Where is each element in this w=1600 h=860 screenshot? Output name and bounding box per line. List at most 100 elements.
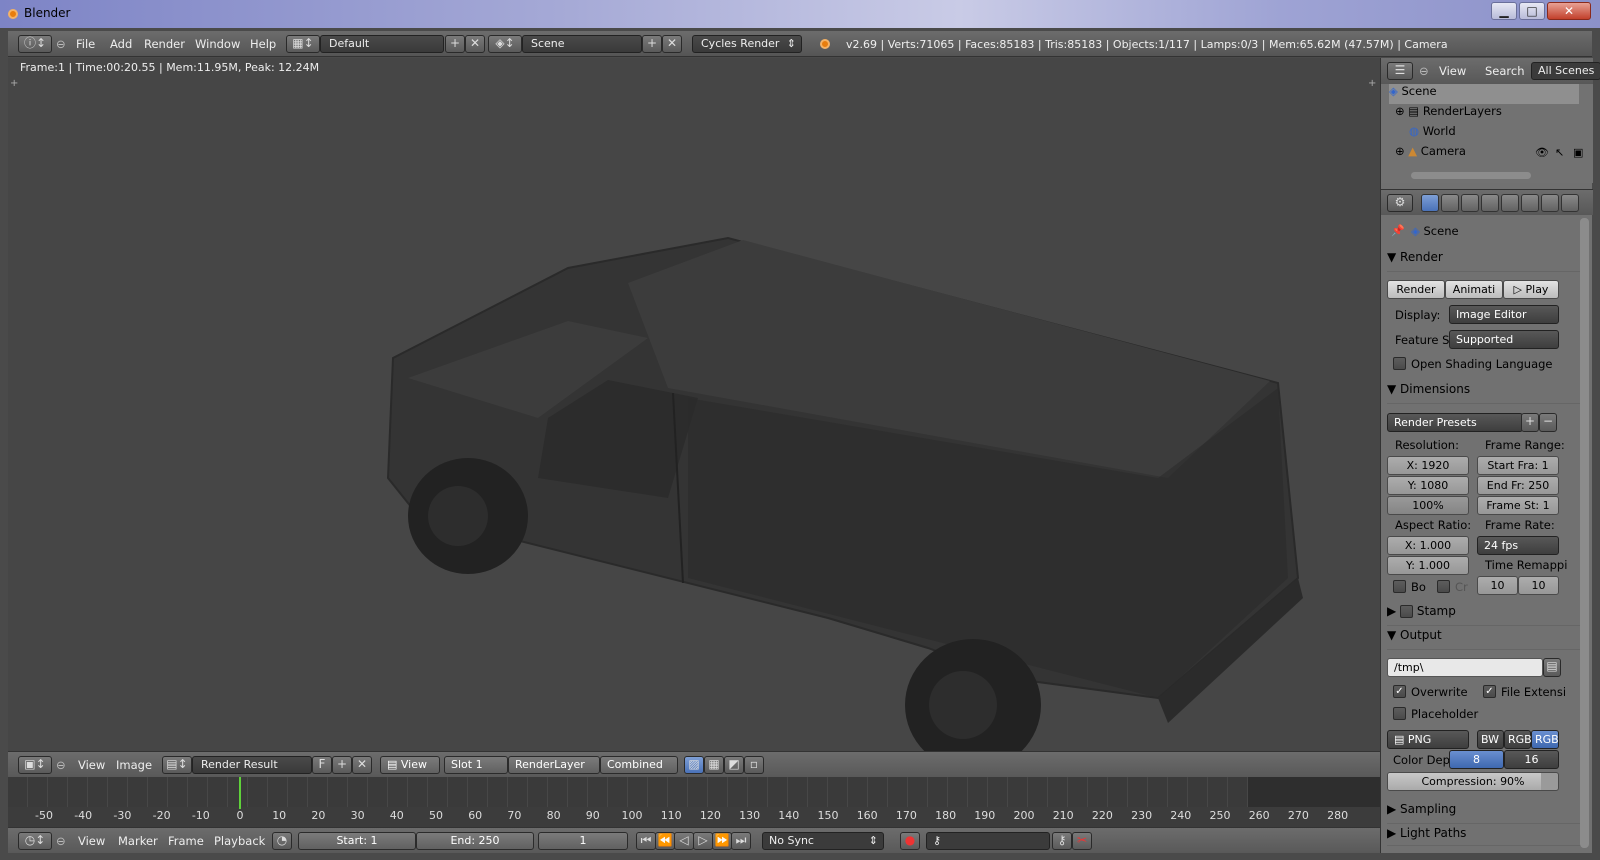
- placeholder-checkbox[interactable]: [1393, 707, 1406, 720]
- outliner-item-scene[interactable]: ◈ Scene: [1389, 84, 1579, 104]
- cursor-icon[interactable]: ↖: [1555, 146, 1564, 159]
- render-panel-header[interactable]: ▼ Render: [1387, 250, 1581, 272]
- menu-search[interactable]: Search: [1485, 64, 1525, 78]
- render-engine-dropdown[interactable]: Cycles Render ⇕: [692, 35, 802, 53]
- resolution-y-field[interactable]: Y: 1080: [1387, 476, 1469, 495]
- view-mode-dropdown[interactable]: ▤ View: [380, 756, 440, 774]
- minimize-button[interactable]: ▁: [1491, 2, 1517, 20]
- z-buffer-icon[interactable]: ◩: [724, 756, 744, 774]
- properties-scrollbar[interactable]: [1580, 218, 1589, 848]
- editor-type-properties-icon[interactable]: ⚙: [1387, 194, 1413, 212]
- menu-window[interactable]: Window: [195, 37, 240, 51]
- collapse-menu-icon[interactable]: ⊖: [56, 758, 66, 772]
- resolution-percent-field[interactable]: 100%: [1387, 496, 1469, 515]
- stamp-panel-header[interactable]: ▶ Stamp: [1387, 604, 1581, 626]
- new-image-button[interactable]: +: [332, 756, 352, 774]
- resolution-x-field[interactable]: X: 1920: [1387, 456, 1469, 475]
- scene-tab-icon[interactable]: [1461, 194, 1479, 212]
- timeline-area[interactable]: -50 -40 -30 -20 -10 0 10 20 30 40 50 60 70 80 90 100 110…: [8, 777, 1380, 827]
- screen-layout-icon[interactable]: ▦↕: [286, 35, 320, 53]
- menu-view[interactable]: View: [78, 758, 105, 772]
- insert-keyframe-icon[interactable]: ⚷: [1052, 832, 1072, 850]
- osl-checkbox[interactable]: [1393, 357, 1406, 370]
- color-rgb-button[interactable]: RGB: [1504, 730, 1532, 749]
- render-animation-button[interactable]: Animati: [1445, 280, 1503, 299]
- maximize-button[interactable]: □: [1519, 2, 1545, 20]
- record-icon[interactable]: ●: [900, 832, 920, 850]
- image-browse-icon[interactable]: ▤↕: [162, 756, 192, 774]
- start-frame-field[interactable]: Start Fra: 1: [1477, 456, 1559, 475]
- end-frame-field[interactable]: End Fr: 250: [1477, 476, 1559, 495]
- output-panel-header[interactable]: ▼ Output: [1387, 628, 1581, 650]
- outliner-display-dropdown[interactable]: All Scenes: [1531, 62, 1600, 80]
- render-button[interactable]: Render: [1387, 280, 1445, 299]
- editor-type-info-icon[interactable]: ⓘ↕: [18, 35, 52, 53]
- remove-layout-button[interactable]: ✕: [465, 35, 485, 53]
- scene-field[interactable]: Scene: [522, 35, 642, 53]
- unlink-image-button[interactable]: ✕: [352, 756, 372, 774]
- outliner-scrollbar[interactable]: [1411, 172, 1531, 179]
- alpha-checker-icon[interactable]: ▦: [704, 756, 724, 774]
- menu-help[interactable]: Help: [250, 37, 276, 51]
- add-preset-button[interactable]: +: [1521, 413, 1539, 432]
- menu-marker[interactable]: Marker: [118, 834, 158, 848]
- keying-set-field[interactable]: ⚷: [926, 832, 1050, 850]
- menu-render[interactable]: Render: [144, 37, 185, 51]
- play-icon[interactable]: ▷: [693, 832, 713, 850]
- collapse-menu-icon[interactable]: ⊖: [56, 834, 66, 848]
- color-alpha-icon[interactable]: ▨: [684, 756, 704, 774]
- play-reverse-icon[interactable]: ◁: [674, 832, 694, 850]
- compression-slider[interactable]: Compression: 90%: [1387, 772, 1559, 791]
- area-corner-icon[interactable]: +: [1368, 78, 1376, 89]
- jump-keyframe-back-icon[interactable]: ⏪: [655, 832, 675, 850]
- menu-add[interactable]: Add: [110, 37, 132, 51]
- start-frame-field[interactable]: Start: 1: [298, 832, 416, 850]
- render-presets-dropdown[interactable]: Render Presets: [1387, 413, 1523, 432]
- world-tab-icon[interactable]: [1481, 194, 1499, 212]
- image-name-field[interactable]: Render Result: [192, 756, 312, 774]
- menu-frame[interactable]: Frame: [168, 834, 204, 848]
- add-layout-button[interactable]: +: [445, 35, 465, 53]
- output-path-field[interactable]: /tmp\: [1387, 658, 1543, 677]
- scene-icon[interactable]: ◈↕: [488, 35, 522, 53]
- aspect-x-field[interactable]: X: 1.000: [1387, 536, 1469, 555]
- menu-playback[interactable]: Playback: [214, 834, 265, 848]
- current-frame-field[interactable]: 1: [538, 832, 628, 850]
- feature-set-dropdown[interactable]: Supported: [1449, 330, 1559, 349]
- image-editor-view[interactable]: Frame:1 | Time:00:20.55 | Mem:11.95M, Pe…: [8, 58, 1380, 751]
- menu-view[interactable]: View: [78, 834, 105, 848]
- slot-dropdown[interactable]: Slot 1: [444, 756, 508, 774]
- dimensions-panel-header[interactable]: ▼ Dimensions: [1387, 382, 1581, 404]
- remove-scene-button[interactable]: ✕: [662, 35, 682, 53]
- end-frame-field[interactable]: End: 250: [416, 832, 534, 850]
- stamp-checkbox[interactable]: [1400, 605, 1414, 618]
- outliner-item-renderlayers[interactable]: ⊕ ▤ RenderLayers: [1395, 104, 1585, 124]
- color-depth-16-button[interactable]: 16: [1504, 750, 1559, 769]
- render-layer-dropdown[interactable]: RenderLayer: [508, 756, 600, 774]
- renderlayers-tab-icon[interactable]: [1441, 194, 1459, 212]
- area-corner-icon[interactable]: +: [10, 78, 18, 89]
- color-bw-button[interactable]: BW: [1477, 730, 1504, 749]
- overwrite-checkbox[interactable]: ✓: [1393, 685, 1406, 698]
- remove-preset-button[interactable]: −: [1539, 413, 1557, 432]
- editor-type-timeline-icon[interactable]: ◷↕: [18, 832, 52, 850]
- render-pass-dropdown[interactable]: Combined: [600, 756, 678, 774]
- frame-rate-dropdown[interactable]: 24 fps: [1477, 536, 1559, 555]
- preview-range-icon[interactable]: ◔: [272, 832, 292, 850]
- jump-start-icon[interactable]: ⏮: [636, 832, 656, 850]
- frame-step-field[interactable]: Frame St: 1: [1477, 496, 1559, 515]
- collapse-menu-icon[interactable]: ⊖: [1419, 64, 1429, 78]
- border-checkbox[interactable]: [1393, 580, 1406, 593]
- object-tab-icon[interactable]: [1501, 194, 1519, 212]
- render-tab-icon[interactable]: [1421, 194, 1439, 212]
- pin-image-icon[interactable]: ▫: [744, 756, 764, 774]
- add-scene-button[interactable]: +: [642, 35, 662, 53]
- texture-tab-icon[interactable]: [1561, 194, 1579, 212]
- pin-icon[interactable]: 📌: [1391, 224, 1405, 237]
- close-button[interactable]: ✕: [1547, 2, 1591, 20]
- menu-view[interactable]: View: [1439, 64, 1466, 78]
- timeline-strip[interactable]: [8, 777, 1380, 807]
- aspect-y-field[interactable]: Y: 1.000: [1387, 556, 1469, 575]
- delete-keyframe-icon[interactable]: ✂: [1072, 832, 1092, 850]
- light-paths-panel-header[interactable]: ▶ Light Paths: [1387, 826, 1581, 846]
